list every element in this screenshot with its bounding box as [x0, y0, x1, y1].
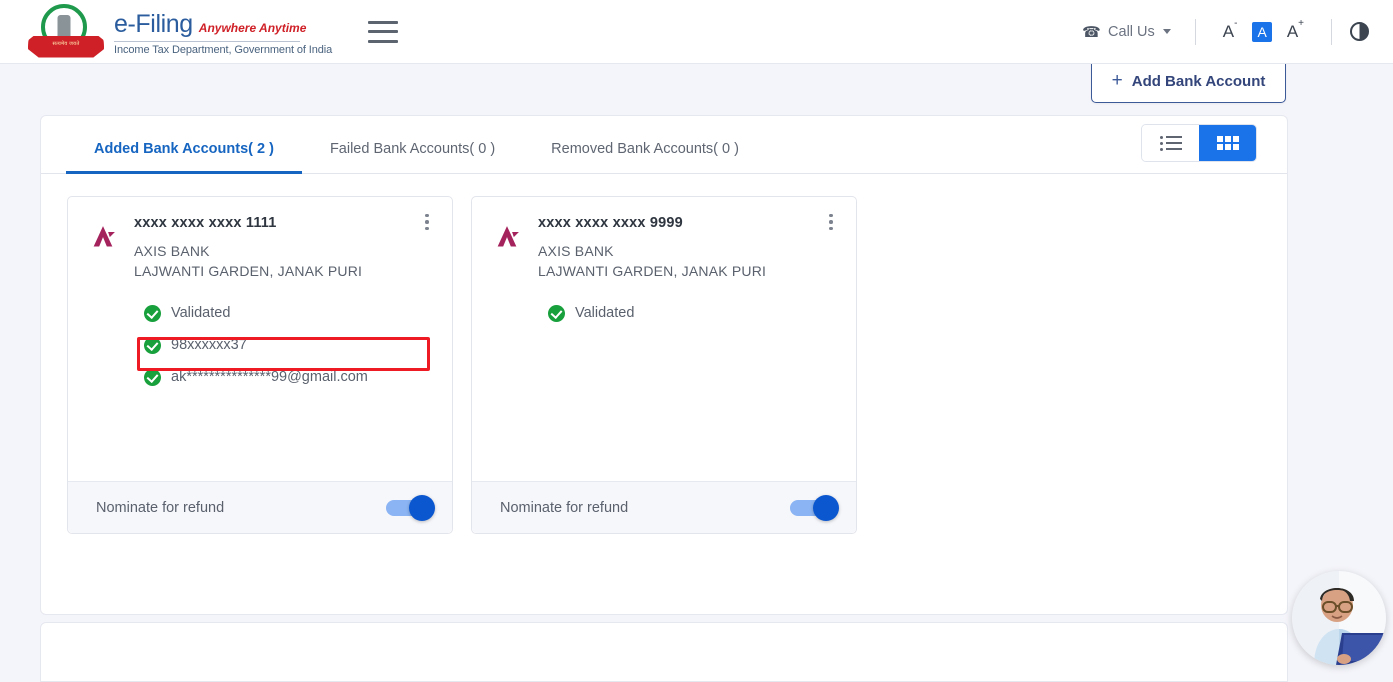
- header-divider-2: [1331, 19, 1332, 45]
- view-toggle-group: [1141, 124, 1257, 162]
- tab-failed-bank-accounts[interactable]: Failed Bank Accounts( 0 ): [302, 141, 523, 173]
- brand-divider: [114, 41, 300, 42]
- bank-account-card[interactable]: xxxx xxxx xxxx 9999 AXIS BANK LAJWANTI G…: [471, 196, 857, 534]
- bank-account-card[interactable]: xxxx xxxx xxxx 1111 AXIS BANK LAJWANTI G…: [67, 196, 453, 534]
- grid-view-icon: [1217, 136, 1239, 150]
- tab-added-bank-accounts[interactable]: Added Bank Accounts( 2 ): [66, 141, 302, 173]
- account-number: xxxx xxxx xxxx 1111: [134, 215, 362, 232]
- list-view-button[interactable]: [1142, 125, 1199, 161]
- brand-logo-block[interactable]: सत्यमेव जयते e-Filing Anywhere Anytime I…: [28, 3, 332, 61]
- emblem-motto: सत्यमेव जयते: [28, 41, 104, 47]
- increase-font-size-button[interactable]: A+: [1278, 23, 1313, 40]
- kebab-menu-icon[interactable]: [418, 211, 436, 233]
- card-body: xxxx xxxx xxxx 1111 AXIS BANK LAJWANTI G…: [68, 197, 452, 481]
- bank-branch: LAJWANTI GARDEN, JANAK PURI: [134, 263, 362, 279]
- kebab-menu-icon[interactable]: [822, 211, 840, 233]
- card-footer: Nominate for refund: [68, 481, 452, 533]
- increase-font-letter: A: [1287, 22, 1298, 41]
- masked-email-address: ak***************99@gmail.com: [171, 369, 368, 385]
- header-actions: ☎ Call Us A- A A+: [1076, 19, 1369, 45]
- validation-status: Validated: [171, 305, 230, 321]
- toggle-knob: [813, 495, 839, 521]
- grid-view-button[interactable]: [1199, 125, 1256, 161]
- status-row-email: ak***************99@gmail.com: [144, 361, 434, 393]
- page-scrollbar[interactable]: [1388, 64, 1393, 660]
- phone-icon: ☎: [1082, 23, 1101, 41]
- bank-accounts-panel: Added Bank Accounts( 2 ) Failed Bank Acc…: [40, 115, 1288, 615]
- status-row-mobile: 98xxxxxx37: [144, 329, 434, 361]
- green-check-icon: [144, 337, 161, 354]
- bank-branch: LAJWANTI GARDEN, JANAK PURI: [538, 263, 766, 279]
- add-bank-account-label: Add Bank Account: [1132, 73, 1266, 90]
- secondary-panel: [40, 622, 1288, 682]
- card-body: xxxx xxxx xxxx 9999 AXIS BANK LAJWANTI G…: [472, 197, 856, 481]
- plus-icon: +: [1112, 71, 1123, 90]
- bank-account-card-list: xxxx xxxx xxxx 1111 AXIS BANK LAJWANTI G…: [41, 174, 1287, 534]
- green-check-icon: [144, 369, 161, 386]
- increase-font-sup: +: [1298, 18, 1304, 29]
- toggle-knob: [409, 495, 435, 521]
- chevron-down-icon: [1163, 29, 1171, 34]
- brand-subtitle: Income Tax Department, Government of Ind…: [114, 44, 332, 56]
- tab-bar: Added Bank Accounts( 2 ) Failed Bank Acc…: [41, 116, 1287, 174]
- axis-bank-logo-icon: [490, 221, 524, 255]
- brand-tagline: Anywhere Anytime: [199, 21, 307, 35]
- india-national-emblem-icon: सत्यमेव जयते: [28, 3, 104, 61]
- status-row-validation: Validated: [144, 297, 434, 329]
- green-check-icon: [548, 305, 565, 322]
- green-check-icon: [144, 305, 161, 322]
- decrease-font-sup: -: [1234, 18, 1237, 29]
- decrease-font-letter: A: [1223, 22, 1234, 41]
- nominate-for-refund-toggle[interactable]: [386, 500, 432, 516]
- axis-bank-logo-icon: [86, 221, 120, 255]
- nominate-for-refund-label: Nominate for refund: [96, 500, 224, 516]
- top-action-strip: + Add Bank Account: [0, 64, 1393, 115]
- decrease-font-size-button[interactable]: A-: [1214, 23, 1247, 40]
- status-row-validation: Validated: [548, 297, 838, 329]
- call-us-dropdown[interactable]: ☎ Call Us: [1076, 19, 1176, 45]
- brand-title: e-Filing: [114, 10, 193, 39]
- nominate-for-refund-label: Nominate for refund: [500, 500, 628, 516]
- normal-font-size-button[interactable]: A: [1252, 22, 1271, 42]
- bank-name: AXIS BANK: [134, 243, 362, 259]
- account-number: xxxx xxxx xxxx 9999: [538, 215, 766, 232]
- nominate-for-refund-toggle[interactable]: [790, 500, 836, 516]
- validation-status: Validated: [575, 305, 634, 321]
- bank-name: AXIS BANK: [538, 243, 766, 259]
- status-list: Validated 98xxxxxx37 ak***************99…: [144, 297, 434, 393]
- header-divider-1: [1195, 19, 1196, 45]
- tab-removed-bank-accounts[interactable]: Removed Bank Accounts( 0 ): [523, 141, 767, 173]
- site-header: सत्यमेव जयते e-Filing Anywhere Anytime I…: [0, 0, 1393, 64]
- status-list: Validated: [548, 297, 838, 329]
- card-footer: Nominate for refund: [472, 481, 856, 533]
- contrast-toggle-icon[interactable]: [1350, 22, 1369, 41]
- call-us-label: Call Us: [1108, 24, 1155, 40]
- hamburger-menu-icon[interactable]: [368, 21, 398, 43]
- chat-assistant-avatar-icon[interactable]: [1292, 571, 1386, 665]
- masked-mobile-number: 98xxxxxx37: [171, 337, 247, 353]
- list-view-icon: [1160, 136, 1182, 151]
- add-bank-account-button[interactable]: + Add Bank Account: [1091, 59, 1286, 103]
- brand-text: e-Filing Anywhere Anytime Income Tax Dep…: [114, 8, 332, 56]
